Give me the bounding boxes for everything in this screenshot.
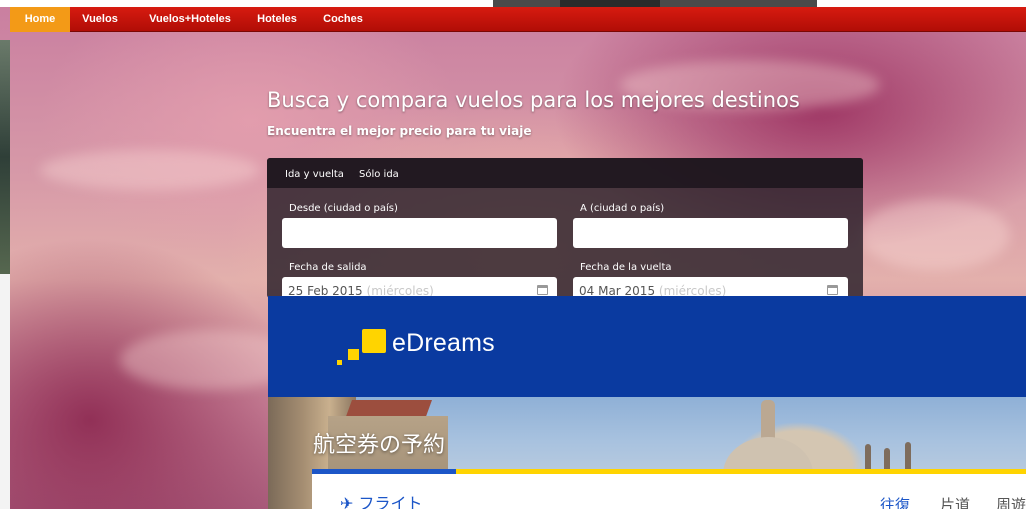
trip-option-round[interactable]: 往復 [880,494,910,509]
calendar-icon[interactable] [537,285,548,295]
from-label: Desde (ciudad o país) [289,203,398,214]
cloud-decoration [860,200,1010,270]
trip-option-multi[interactable]: 周遊 [996,494,1026,509]
tower-image [761,400,775,440]
nav-item-hoteles[interactable]: Hoteles [250,7,304,32]
side-image [0,40,10,274]
logo-square-icon [362,329,386,353]
tab-one-way[interactable]: Sólo ida [359,169,399,180]
cloud-decoration [40,150,260,190]
trip-option-oneway[interactable]: 片道 [940,494,970,509]
depart-date-label: Fecha de salida [289,262,367,273]
return-date-label: Fecha de la vuelta [580,262,672,273]
page-title: Busca y compara vuelos para los mejores … [267,88,800,112]
search-tabs-bar [267,158,863,188]
side-panel [0,274,10,509]
top-dark-inner [560,0,660,7]
from-input[interactable] [282,218,557,248]
logo-dot-icon [337,360,342,365]
nav-item-coches[interactable]: Coches [316,7,370,32]
edreams-logo[interactable]: eDreams [392,329,495,358]
flight-label: フライト [358,494,423,509]
spire-image [905,442,911,472]
tab-round-trip[interactable]: Ida y vuelta [285,169,344,180]
nav-item-vuelos[interactable]: Vuelos [72,7,128,32]
nav-item-home[interactable]: Home [10,7,70,32]
plane-icon: ✈ [340,494,354,509]
calendar-icon[interactable] [827,285,838,295]
page-subtitle: Encuentra el mejor precio para tu viaje [267,124,532,138]
logo-dot-icon [348,349,359,360]
edreams-page-title: 航空券の予約 [313,433,446,458]
flight-section-label[interactable]: ✈ フライト [340,490,423,509]
edreams-header: eDreams [268,296,1026,397]
nav-item-vuelos-hoteles[interactable]: Vuelos+Hoteles [138,7,242,32]
edreams-window: eDreams 航空券の予約 ✈ フライト 往復 片道 周遊 [268,296,1026,509]
card-tab-accent [312,469,456,474]
to-label: A (ciudad o país) [580,203,665,214]
to-input[interactable] [573,218,848,248]
